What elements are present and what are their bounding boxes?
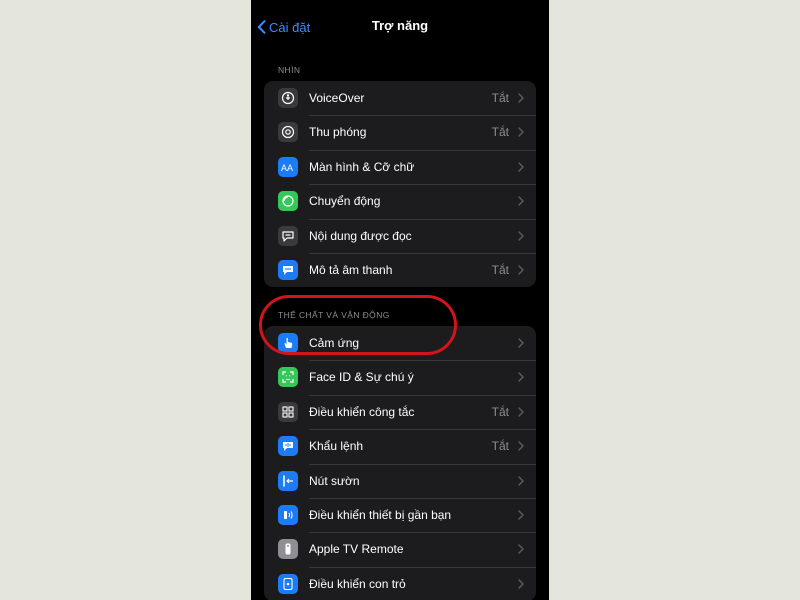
- row-label: Nút sườn: [309, 473, 360, 488]
- chevron-right-icon: [518, 93, 524, 103]
- section-header-vision: NHÌN: [278, 65, 301, 75]
- navigation-bar: Cài đặt Trợ năng: [251, 0, 549, 54]
- chevron-right-icon: [518, 510, 524, 520]
- chevron-right-icon: [518, 265, 524, 275]
- settings-row-voiceover[interactable]: VoiceOver Tắt: [264, 81, 536, 115]
- nearby-devices-icon: [278, 504, 298, 525]
- chevron-right-icon: [518, 230, 524, 241]
- settings-row-control-nearby-devices[interactable]: Điều khiển thiết bị gần bạn: [264, 497, 536, 532]
- chevron-right-icon: [518, 441, 524, 451]
- settings-row-display-text-size[interactable]: AA Màn hình & Cỡ chữ: [264, 149, 536, 184]
- tv-remote-icon: [278, 539, 298, 560]
- highlight-annotation-circle: [259, 295, 457, 355]
- row-label: Mô tả âm thanh: [309, 262, 393, 277]
- face-id-icon: [278, 367, 298, 388]
- chevron-right-icon: [518, 196, 524, 206]
- chevron-right-icon: [518, 407, 524, 417]
- chevron-right-icon: [518, 475, 524, 486]
- pointer-control-icon: [278, 573, 298, 594]
- page-title: Trợ năng: [371, 18, 429, 33]
- row-label: Face ID & Sự chú ý: [309, 370, 414, 385]
- chevron-right-icon: [518, 127, 524, 138]
- row-label: Chuyển động: [309, 194, 381, 209]
- svg-text:AA: AA: [281, 163, 293, 173]
- row-value: Tắt: [491, 91, 509, 105]
- row-label: Điều khiển thiết bị gần bạn: [309, 507, 452, 522]
- settings-row-voice-control[interactable]: Khẩu lệnh Tắt: [264, 429, 536, 463]
- voiceover-icon: [278, 88, 298, 108]
- chevron-right-icon: [518, 578, 524, 589]
- settings-group-physical-motor: Cảm ứng Face ID & Sự chú ý Điều khiển cô…: [264, 326, 536, 600]
- settings-row-face-id-attention[interactable]: Face ID & Sự chú ý: [264, 360, 536, 394]
- row-value: Tắt: [491, 262, 509, 277]
- row-label: Nội dung được đọc: [309, 228, 412, 243]
- settings-row-motion[interactable]: Chuyển động: [264, 184, 536, 218]
- row-value: Tắt: [491, 439, 509, 454]
- settings-row-audio-descriptions[interactable]: Mô tả âm thanh Tắt: [264, 252, 536, 287]
- row-label: Thu phóng: [309, 125, 367, 140]
- row-label: VoiceOver: [309, 91, 365, 105]
- voice-control-icon: [278, 436, 298, 457]
- row-label: Điều khiển con trỏ: [309, 576, 406, 591]
- settings-group-vision: VoiceOver Tắt Thu phóng Tắt AA Màn hình …: [264, 81, 536, 288]
- switch-control-icon: [278, 401, 298, 422]
- chevron-right-icon: [518, 372, 524, 383]
- settings-row-apple-tv-remote[interactable]: Apple TV Remote: [264, 532, 536, 566]
- chevron-right-icon: [518, 544, 524, 555]
- spoken-content-icon: [278, 225, 298, 246]
- chevron-right-icon: [518, 338, 524, 348]
- settings-row-side-button[interactable]: Nút sườn: [264, 463, 536, 498]
- settings-row-switch-control[interactable]: Điều khiển công tắc Tắt: [264, 394, 536, 429]
- row-label: Màn hình & Cỡ chữ: [309, 159, 415, 174]
- row-value: Tắt: [491, 125, 509, 140]
- settings-row-spoken-content[interactable]: Nội dung được đọc: [264, 218, 536, 253]
- row-label: Khẩu lệnh: [309, 439, 364, 454]
- row-label: Apple TV Remote: [309, 542, 404, 557]
- audio-description-icon: [278, 259, 298, 280]
- settings-row-zoom[interactable]: Thu phóng Tắt: [264, 115, 536, 149]
- settings-row-pointer-control[interactable]: Điều khiển con trỏ: [264, 566, 536, 600]
- motion-icon: [278, 191, 298, 212]
- row-label: Điều khiển công tắc: [309, 404, 415, 419]
- side-button-icon: [278, 470, 298, 491]
- zoom-icon: [278, 122, 298, 143]
- chevron-right-icon: [518, 162, 524, 172]
- row-value: Tắt: [491, 404, 509, 419]
- text-size-icon: AA: [278, 156, 298, 177]
